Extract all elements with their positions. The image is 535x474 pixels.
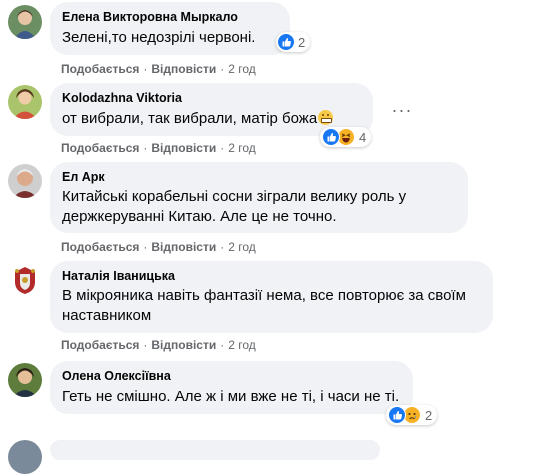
comment-author[interactable]: Kolodazhna Viktoria bbox=[62, 90, 361, 106]
comment-actions: Подобається · Відповісти · 2 год bbox=[61, 338, 256, 352]
separator: · bbox=[220, 240, 225, 254]
like-link[interactable]: Подобається bbox=[61, 141, 139, 155]
avatar[interactable] bbox=[8, 164, 42, 198]
separator: · bbox=[143, 240, 148, 254]
reaction-summary[interactable]: 4 bbox=[320, 127, 372, 147]
like-reaction-icon bbox=[278, 34, 294, 50]
reaction-summary[interactable]: 2 bbox=[276, 32, 311, 52]
comment-time[interactable]: 2 год bbox=[228, 338, 256, 352]
separator: · bbox=[220, 62, 225, 76]
like-reaction-icon bbox=[388, 406, 406, 424]
avatar[interactable] bbox=[8, 85, 42, 119]
reaction-count: 2 bbox=[298, 34, 306, 50]
avatar[interactable] bbox=[8, 5, 42, 39]
comment-time[interactable]: 2 год bbox=[228, 141, 256, 155]
reaction-count: 4 bbox=[359, 129, 367, 145]
comment-text: от вибрали, так вибрали, матір божа bbox=[62, 109, 361, 129]
separator: · bbox=[220, 141, 225, 155]
comment-bubble: Олена Олексіївна Геть не смішно. Але ж і… bbox=[50, 361, 413, 414]
comment-author[interactable]: Олена Олексіївна bbox=[62, 368, 401, 384]
comment-bubble bbox=[50, 440, 380, 460]
comment-actions: Подобається · Відповісти · 2 год bbox=[61, 141, 256, 155]
more-options-icon[interactable]: ··· bbox=[388, 96, 416, 124]
separator: · bbox=[143, 338, 148, 352]
avatar[interactable] bbox=[8, 440, 42, 474]
comment-text-content: от вибрали, так вибрали, матір божа bbox=[62, 110, 318, 127]
comment-author[interactable]: Ел Арк bbox=[62, 169, 456, 185]
separator: · bbox=[143, 62, 148, 76]
comment-time[interactable]: 2 год bbox=[228, 240, 256, 254]
avatar[interactable] bbox=[8, 263, 42, 297]
comment-time[interactable]: 2 год bbox=[228, 62, 256, 76]
comment-bubble: Ел Арк Китайські корабельні сосни зіграл… bbox=[50, 162, 468, 233]
comment-text: В мікрояника навіть фантазії нема, все п… bbox=[62, 287, 466, 324]
reaction-count: 2 bbox=[425, 407, 433, 423]
comment-bubble: Наталія Іваницька В мікрояника навіть фа… bbox=[50, 261, 493, 333]
like-link[interactable]: Подобається bbox=[61, 240, 139, 254]
comment-actions: Подобається · Відповісти · 2 год bbox=[61, 240, 256, 254]
reply-link[interactable]: Відповісти bbox=[151, 338, 216, 352]
like-link[interactable]: Подобається bbox=[61, 62, 139, 76]
like-link[interactable]: Подобається bbox=[61, 338, 139, 352]
reply-link[interactable]: Відповісти bbox=[151, 240, 216, 254]
grimace-emoji-icon bbox=[318, 110, 334, 125]
reply-link[interactable]: Відповісти bbox=[151, 141, 216, 155]
like-reaction-icon bbox=[322, 128, 340, 146]
comment-text: Геть не смішно. Але ж і ми вже не ті, і … bbox=[62, 388, 400, 405]
separator: · bbox=[143, 141, 148, 155]
avatar[interactable] bbox=[8, 363, 42, 397]
reaction-summary[interactable]: 2 bbox=[386, 405, 438, 425]
comment-actions: Подобається · Відповісти · 2 год bbox=[61, 62, 256, 76]
comment-text: Зелені,то недозрілі червоні. bbox=[62, 29, 256, 46]
comment-author[interactable]: Елена Викторовна Мыркало bbox=[62, 9, 278, 25]
comment-text: Китайські корабельні сосни зіграли велик… bbox=[62, 188, 407, 225]
comment-bubble: Елена Викторовна Мыркало Зелені,то недоз… bbox=[50, 2, 290, 55]
comment-author[interactable]: Наталія Іваницька bbox=[62, 268, 481, 284]
reply-link[interactable]: Відповісти bbox=[151, 62, 216, 76]
separator: · bbox=[220, 338, 225, 352]
